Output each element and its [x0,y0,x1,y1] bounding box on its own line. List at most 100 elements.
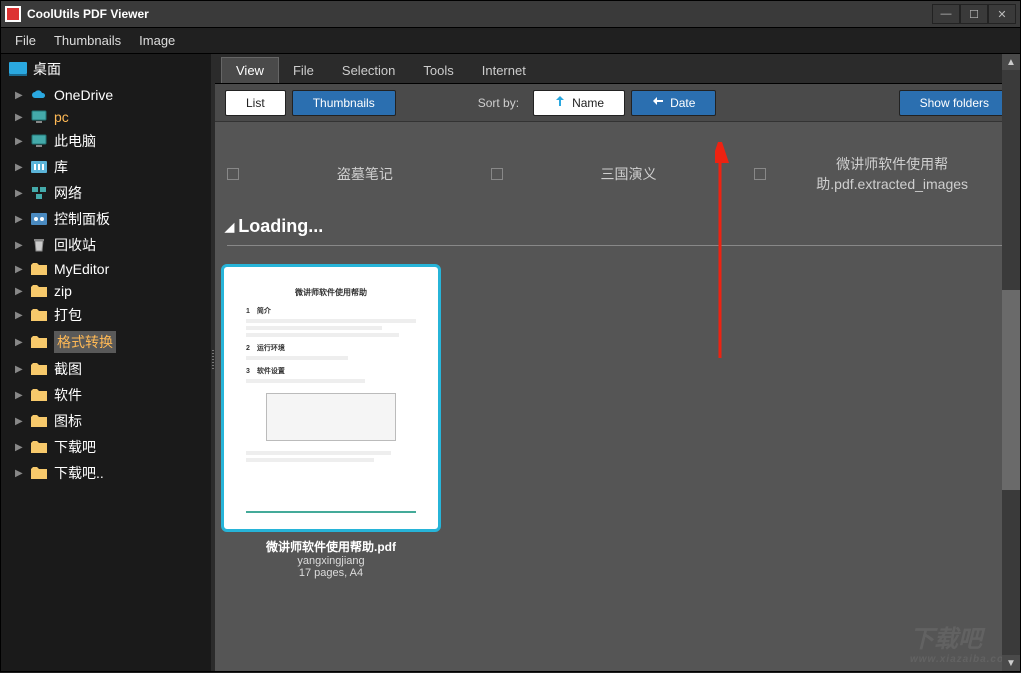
tree-item-8[interactable]: ▶zip [1,280,211,302]
tab-selection[interactable]: Selection [328,58,409,83]
tree-item-9[interactable]: ▶打包 [1,302,211,328]
chevron-right-icon: ▶ [15,240,27,251]
chevron-right-icon: ▶ [15,390,27,401]
chevron-right-icon: ▶ [15,442,27,453]
tree-item-label: OneDrive [54,87,113,103]
folder-icon [30,307,48,323]
pc-icon [30,109,48,125]
pdf-thumbnail[interactable]: 微讲师软件使用帮助 1 简介 2 运行环境 3 软件设置 微讲师软件使用帮助.p… [221,264,441,579]
titlebar: CoolUtils PDF Viewer — ☐ ✕ [0,0,1021,28]
tree-item-5[interactable]: ▶ 控制面板 [1,206,211,232]
tree-item-1[interactable]: ▶pc [1,106,211,128]
chevron-right-icon: ▶ [15,214,27,225]
collapse-icon[interactable]: ◢ [225,220,234,234]
folder-icon [30,439,48,455]
thumbnail-pages: 17 pages, A4 [221,567,441,579]
thumbnail-frame: 微讲师软件使用帮助 1 简介 2 运行环境 3 软件设置 [221,264,441,532]
tree-item-7[interactable]: ▶MyEditor [1,258,211,280]
tab-internet[interactable]: Internet [468,58,540,83]
sort-date-button[interactable]: Date [631,90,716,116]
tree-item-12[interactable]: ▶ 软件 [1,382,211,408]
tree-item-label: 软件 [54,385,82,405]
show-folders-button[interactable]: Show folders [899,90,1010,116]
minimize-button[interactable]: — [932,4,960,24]
folder-icon [30,465,48,481]
chevron-right-icon: ▶ [15,136,27,147]
tree-root-desktop[interactable]: 桌面 [1,54,211,84]
tree-item-label: 截图 [54,359,82,379]
checkbox[interactable] [754,168,766,180]
tree-item-15[interactable]: ▶下载吧.. [1,460,211,486]
tree-item-label: 格式转换 [54,331,116,353]
chevron-right-icon: ▶ [15,112,27,123]
tree-item-label: zip [54,283,72,299]
thumbnail-author: yangxingjiang [221,555,441,567]
divider [227,245,1008,246]
recycle-icon [30,237,48,253]
scroll-up-button[interactable]: ▲ [1002,54,1020,70]
tree-item-label: 控制面板 [54,209,110,229]
chevron-right-icon: ▶ [15,162,27,173]
tree-item-10[interactable]: ▶ 格式转换 [1,328,211,356]
tree-item-0[interactable]: ▶OneDrive [1,84,211,106]
window-title: CoolUtils PDF Viewer [27,7,932,21]
pc-icon [30,133,48,149]
menu-file[interactable]: File [15,33,36,48]
app-icon [5,6,21,22]
tree-item-3[interactable]: ▶库 [1,154,211,180]
tree-item-label: 网络 [54,183,82,203]
chevron-right-icon: ▶ [15,468,27,479]
sidebar: 桌面 ▶OneDrive▶pc▶此电脑▶库▶网络▶控制面板▶回收站▶MyEdit… [1,54,211,671]
chevron-right-icon: ▶ [15,188,27,199]
tree-item-14[interactable]: ▶ 下载吧 [1,434,211,460]
folder-icon [30,334,48,350]
sort-date-icon [652,95,664,110]
list-button[interactable]: List [225,90,286,116]
watermark: 下载吧 www.xiazaiba.com [910,619,1014,665]
sort-name-icon [554,95,566,110]
tabs: View File Selection Tools Internet [215,54,1020,84]
checkbox[interactable] [227,168,239,180]
tab-tools[interactable]: Tools [409,58,467,83]
tab-file[interactable]: File [279,58,328,83]
checkbox[interactable] [491,168,503,180]
folder-item[interactable]: 盗墓笔记 [227,154,481,194]
thumbnails-button[interactable]: Thumbnails [292,90,396,116]
folder-item[interactable]: 三国演义 [491,154,745,194]
maximize-button[interactable]: ☐ [960,4,988,24]
close-button[interactable]: ✕ [988,4,1016,24]
vertical-scrollbar[interactable]: ▲ ▼ [1002,54,1020,671]
tree-item-label: 图标 [54,411,82,431]
tree-item-2[interactable]: ▶此电脑 [1,128,211,154]
tree-item-label: 库 [54,157,68,177]
toolbar: List Thumbnails Sort by: Name Date Show … [215,84,1020,122]
chevron-right-icon: ▶ [15,337,27,348]
sort-name-button[interactable]: Name [533,90,625,116]
control-icon [30,211,48,227]
scroll-thumb[interactable] [1002,290,1020,490]
tree-item-11[interactable]: ▶ 截图 [1,356,211,382]
folder-row: 盗墓笔记 三国演义 微讲师软件使用帮助.pdf.extracted_images [227,154,1008,194]
scroll-down-button[interactable]: ▼ [1002,655,1020,671]
tab-view[interactable]: View [221,57,279,83]
folder-icon [30,387,48,403]
folder-icon [30,283,48,299]
menu-image[interactable]: Image [139,33,175,48]
tree-item-4[interactable]: ▶ 网络 [1,180,211,206]
desktop-icon [9,62,27,76]
menu-thumbnails[interactable]: Thumbnails [54,33,121,48]
tree-item-13[interactable]: ▶ 图标 [1,408,211,434]
folder-icon [30,413,48,429]
main-panel: View File Selection Tools Internet List … [215,54,1020,671]
cloud-icon [30,87,48,103]
thumbnail-filename: 微讲师软件使用帮助.pdf [221,538,441,555]
content-area: 盗墓笔记 三国演义 微讲师软件使用帮助.pdf.extracted_images… [215,122,1020,671]
tree-item-label: 下载吧 [54,437,96,457]
tree-item-6[interactable]: ▶回收站 [1,232,211,258]
page-preview: 微讲师软件使用帮助 1 简介 2 运行环境 3 软件设置 [230,273,432,523]
folder-item[interactable]: 微讲师软件使用帮助.pdf.extracted_images [754,154,1008,194]
chevron-right-icon: ▶ [15,416,27,427]
tree-item-label: MyEditor [54,261,109,277]
chevron-right-icon: ▶ [15,364,27,375]
menubar: File Thumbnails Image [0,28,1021,54]
